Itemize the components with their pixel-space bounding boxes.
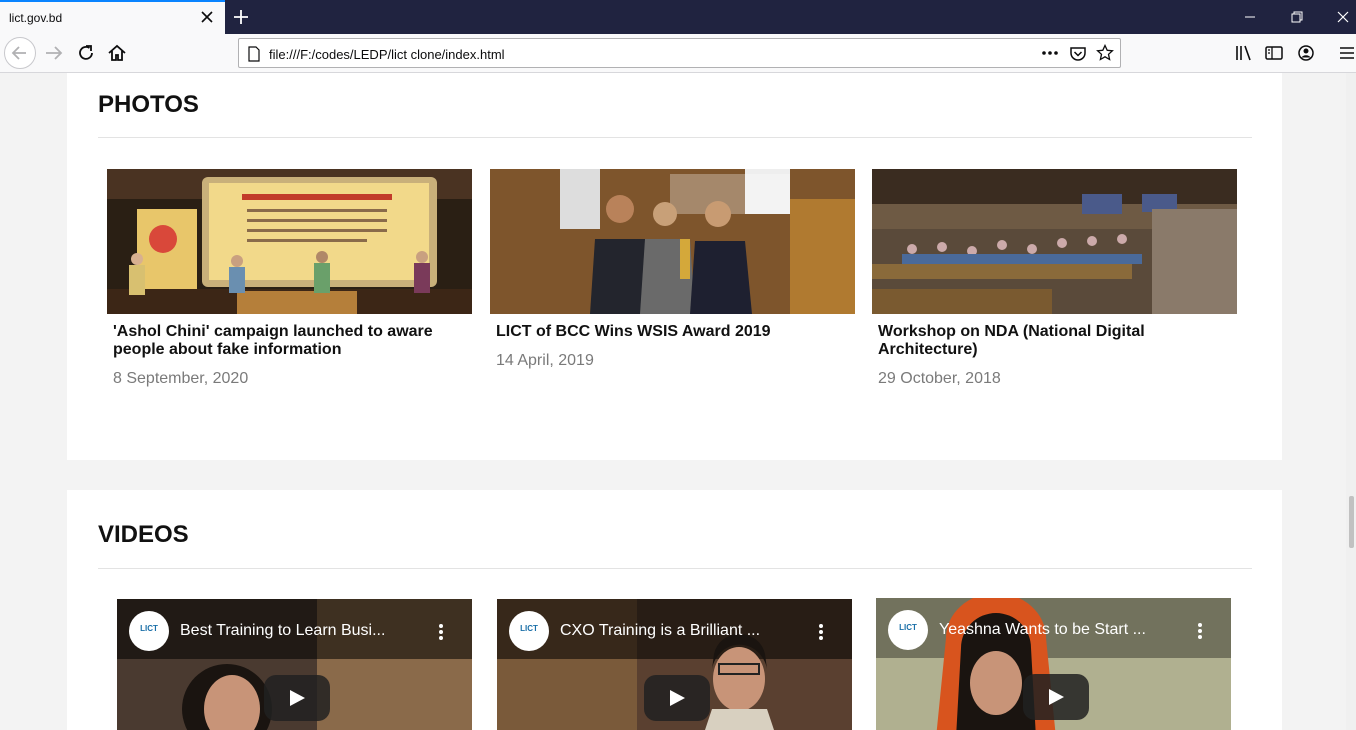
more-options-icon[interactable] — [438, 623, 444, 641]
scrollbar-thumb[interactable] — [1349, 496, 1354, 548]
photo-title[interactable]: 'Ashol Chini' campaign launched to aware… — [113, 323, 463, 359]
channel-logo[interactable]: LICT — [129, 611, 169, 651]
video-title[interactable]: CXO Training is a Brilliant ... — [560, 622, 760, 640]
ellipsis-icon[interactable] — [1040, 48, 1060, 58]
play-button[interactable] — [644, 675, 710, 721]
hamburger-icon[interactable] — [1335, 41, 1356, 65]
library-icon[interactable] — [1232, 41, 1256, 65]
pocket-icon[interactable] — [1069, 45, 1087, 63]
page-icon — [248, 46, 260, 62]
more-options-icon[interactable] — [818, 623, 824, 641]
play-button[interactable] — [1023, 674, 1089, 720]
url-bar[interactable]: file:///F:/codes/LEDP/lict clone/index.h… — [238, 38, 1121, 68]
play-icon — [290, 690, 305, 706]
videos-section: VIDEOS LICT Best Training to Learn Busi.… — [67, 490, 1282, 730]
play-icon — [1049, 689, 1064, 705]
videos-divider — [98, 568, 1252, 569]
tab-bar: lict.gov.bd — [0, 0, 1356, 34]
account-icon[interactable] — [1294, 41, 1318, 65]
video-embed[interactable]: LICT Yeashna Wants to be Start ... — [876, 598, 1231, 730]
photo-title[interactable]: Workshop on NDA (National Digital Archit… — [878, 323, 1228, 359]
photo-image[interactable] — [872, 169, 1237, 314]
play-icon — [670, 690, 685, 706]
restore-icon[interactable] — [1286, 6, 1308, 28]
photo-date: 14 April, 2019 — [496, 352, 594, 369]
photo-date: 8 September, 2020 — [113, 370, 249, 387]
window-close-icon[interactable] — [1332, 6, 1354, 28]
navigation-toolbar: file:///F:/codes/LEDP/lict clone/index.h… — [0, 34, 1356, 73]
arrow-left-icon — [11, 46, 26, 60]
photos-section: PHOTOS 'Ashol Chini' campaign launched t… — [67, 73, 1282, 460]
close-icon[interactable] — [199, 9, 215, 25]
photo-image[interactable] — [107, 169, 472, 314]
back-button[interactable] — [4, 37, 36, 69]
vertical-scrollbar[interactable] — [1346, 73, 1356, 730]
video-title[interactable]: Best Training to Learn Busi... — [180, 622, 385, 640]
url-text: file:///F:/codes/LEDP/lict clone/index.h… — [269, 47, 505, 62]
videos-heading: VIDEOS — [98, 521, 189, 548]
star-icon[interactable] — [1096, 44, 1114, 62]
channel-logo[interactable]: LICT — [509, 611, 549, 651]
tab-title: lict.gov.bd — [9, 11, 63, 25]
more-options-icon[interactable] — [1197, 622, 1203, 640]
plus-icon[interactable] — [230, 6, 252, 28]
photo-title[interactable]: LICT of BCC Wins WSIS Award 2019 — [496, 323, 846, 341]
video-embed[interactable]: LICT Best Training to Learn Busi... — [117, 599, 472, 730]
reload-icon[interactable] — [74, 41, 98, 65]
sidebar-icon[interactable] — [1262, 41, 1286, 65]
photos-heading: PHOTOS — [98, 91, 199, 118]
play-button[interactable] — [264, 675, 330, 721]
photos-divider — [98, 137, 1252, 138]
home-icon[interactable] — [105, 41, 129, 65]
minimize-icon[interactable] — [1239, 6, 1261, 28]
arrow-right-icon[interactable] — [42, 41, 66, 65]
page-viewport: PHOTOS 'Ashol Chini' campaign launched t… — [0, 73, 1346, 730]
channel-logo[interactable]: LICT — [888, 610, 928, 650]
photo-date: 29 October, 2018 — [878, 370, 1001, 387]
photo-image[interactable] — [490, 169, 855, 314]
tab-active[interactable]: lict.gov.bd — [0, 0, 225, 34]
video-title[interactable]: Yeashna Wants to be Start ... — [939, 621, 1146, 639]
video-embed[interactable]: LICT CXO Training is a Brilliant ... — [497, 599, 852, 730]
